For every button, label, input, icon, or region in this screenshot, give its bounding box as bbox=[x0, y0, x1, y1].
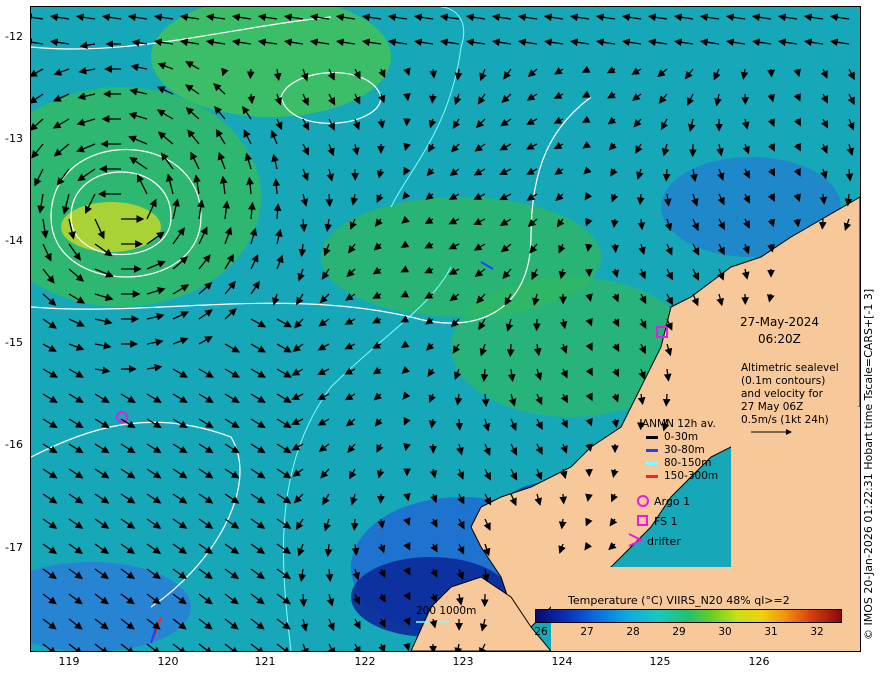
velocity-arrow bbox=[246, 68, 255, 80]
legend-depth-30-80: 30-80m bbox=[646, 444, 705, 456]
legend-depth-150-300: 150-300m bbox=[646, 470, 718, 482]
lat-tick-label: -15 bbox=[5, 336, 23, 349]
lon-tick-label: 121 bbox=[254, 655, 276, 668]
lon-tick-label: 120 bbox=[157, 655, 179, 668]
lat-tick-label: -12 bbox=[5, 30, 23, 43]
velocity-arrow bbox=[403, 92, 411, 102]
map-panel bbox=[30, 6, 861, 652]
colorbar-tick-label: 26 bbox=[534, 626, 548, 638]
time-label: 06:20Z bbox=[758, 332, 801, 346]
altimetry-note: Altimetric sealevel (0.1m contours) and … bbox=[741, 362, 839, 426]
velocity-arrow bbox=[662, 168, 671, 182]
velocity-arrow bbox=[611, 243, 619, 254]
lon-tick-label: 125 bbox=[649, 655, 671, 668]
lon-tick-label: 126 bbox=[748, 655, 770, 668]
colorbar-tick-label: 27 bbox=[580, 626, 594, 638]
velocity-arrow bbox=[455, 418, 464, 431]
colorbar-tick-label: 29 bbox=[672, 626, 686, 638]
velocity-arrow bbox=[428, 93, 437, 104]
date-label: 27-May-2024 bbox=[740, 315, 820, 329]
lon-tick-label: 123 bbox=[452, 655, 474, 668]
colorbar-tick-label: 31 bbox=[764, 626, 778, 638]
colorbar-tick-label: 28 bbox=[626, 626, 640, 638]
legend-depth-0-30: 0-30m bbox=[646, 431, 698, 443]
lat-tick-label: -14 bbox=[5, 234, 23, 247]
copyright-caption: © IMOS 20-Jan-2026 01:22:31 Hobart time … bbox=[862, 288, 875, 640]
velocity-arrow bbox=[299, 593, 308, 608]
fs-legend-label: FS 1 bbox=[654, 515, 678, 528]
sst-map bbox=[31, 7, 860, 651]
lat-tick-label: -17 bbox=[5, 541, 23, 554]
velocity-arrow bbox=[636, 193, 645, 206]
temperature-colorbar bbox=[535, 609, 842, 623]
colorbar-tick-label: 32 bbox=[810, 626, 824, 638]
velocity-arrow bbox=[662, 393, 671, 407]
lat-tick-label: -16 bbox=[5, 438, 23, 451]
velocity-arrow bbox=[325, 193, 334, 208]
lon-tick-label: 122 bbox=[354, 655, 376, 668]
argo-legend-label: Argo 1 bbox=[654, 495, 691, 508]
colorbar-tick-label: 30 bbox=[718, 626, 732, 638]
lat-tick-label: -13 bbox=[5, 132, 23, 145]
bathymetry-scale-label: 200 1000m bbox=[416, 605, 477, 617]
velocity-arrow bbox=[818, 218, 827, 230]
velocity-arrow bbox=[506, 343, 515, 358]
drifter-legend-label: drifter bbox=[647, 535, 681, 548]
velocity-arrow bbox=[559, 493, 568, 505]
velocity-arrow bbox=[350, 518, 359, 531]
lon-tick-label: 119 bbox=[58, 655, 80, 668]
anmn-legend-title: ANMN 12h av. bbox=[642, 418, 716, 430]
velocity-arrow bbox=[767, 68, 775, 78]
lon-tick-label: 124 bbox=[551, 655, 573, 668]
legend-depth-80-150: 80-150m bbox=[646, 457, 711, 469]
colorbar-title: Temperature (°C) VIIRS_N20 48% ql>=2 bbox=[568, 594, 790, 607]
